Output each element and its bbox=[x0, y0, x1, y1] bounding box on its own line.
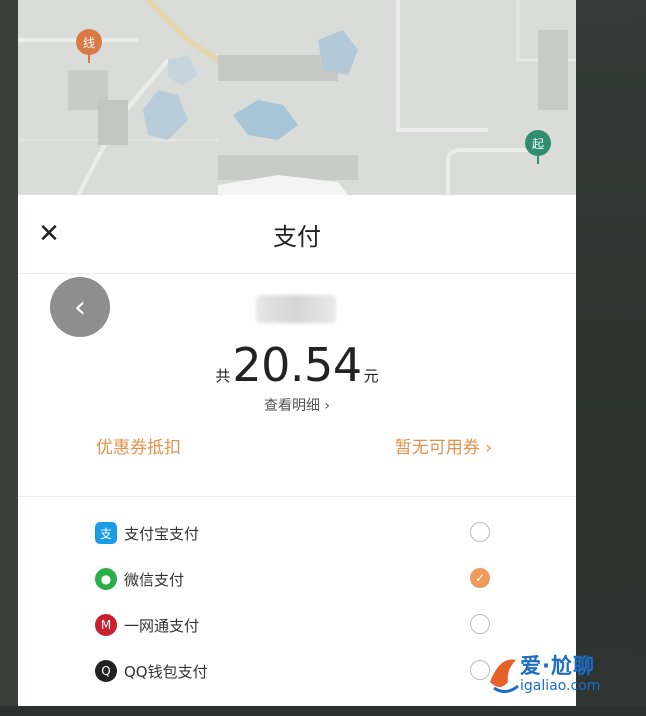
background-right bbox=[576, 0, 646, 716]
page-title: 支付 bbox=[273, 223, 321, 251]
map-pin-start-label: 起 bbox=[531, 136, 544, 151]
yiwangtong-icon: M bbox=[95, 614, 117, 636]
payment-option-label: QQ钱包支付 bbox=[124, 663, 208, 681]
coupon-row[interactable]: 优惠券抵扣 暂无可用券 › bbox=[18, 433, 576, 461]
map-pin-start[interactable]: 起 bbox=[525, 130, 551, 164]
amount-prefix: 共 bbox=[215, 367, 231, 385]
back-button[interactable]: ‹ bbox=[50, 277, 110, 337]
coupon-label: 优惠券抵扣 bbox=[96, 438, 181, 458]
payment-option-label: 微信支付 bbox=[124, 571, 185, 589]
watermark-logo-icon bbox=[490, 659, 519, 693]
map-view[interactable]: 线 起 bbox=[18, 0, 576, 195]
site-watermark: 爱·尬聊 igaliao.com bbox=[480, 646, 640, 706]
watermark-title: 爱·尬聊 bbox=[520, 654, 595, 678]
wechat-icon: ● bbox=[95, 568, 117, 590]
map-pin-line[interactable]: 线 bbox=[76, 29, 102, 63]
amount-display: 共20.54 元 bbox=[18, 335, 576, 395]
background-bottom bbox=[0, 706, 646, 716]
view-details-link[interactable]: 查看明细 › bbox=[18, 395, 576, 415]
payment-option-wechat[interactable]: ● 微信支付 ✓ bbox=[18, 563, 576, 597]
payment-option-alipay[interactable]: 支 支付宝支付 bbox=[18, 517, 576, 551]
amount-unit: 元 bbox=[363, 367, 379, 385]
checkmark-icon: ✓ bbox=[474, 571, 486, 585]
payment-option-yiwangtong[interactable]: M 一网通支付 bbox=[18, 609, 576, 643]
map-roads bbox=[18, 0, 576, 195]
alipay-icon: 支 bbox=[95, 522, 117, 544]
watermark-url: igaliao.com bbox=[520, 678, 601, 694]
blurred-merchant-name bbox=[256, 295, 336, 323]
payment-panel: ✕ 支付 ‹ 共20.54 元 查看明细 › 优惠券抵扣 暂无可用券 › 支 支付… bbox=[18, 195, 576, 706]
payment-option-label: 一网通支付 bbox=[124, 617, 200, 635]
chevron-left-icon: ‹ bbox=[74, 289, 86, 325]
amount-value: 20.54 bbox=[232, 338, 362, 392]
radio-alipay[interactable] bbox=[470, 522, 490, 542]
radio-wechat[interactable]: ✓ bbox=[470, 568, 490, 588]
map-pin-line-label: 线 bbox=[82, 35, 95, 50]
panel-header: ✕ 支付 bbox=[18, 195, 576, 274]
qq-icon: Q bbox=[95, 660, 117, 682]
divider bbox=[18, 496, 576, 497]
radio-yiwangtong[interactable] bbox=[470, 614, 490, 634]
payment-option-label: 支付宝支付 bbox=[124, 525, 200, 543]
coupon-value[interactable]: 暂无可用券 › bbox=[395, 433, 492, 458]
